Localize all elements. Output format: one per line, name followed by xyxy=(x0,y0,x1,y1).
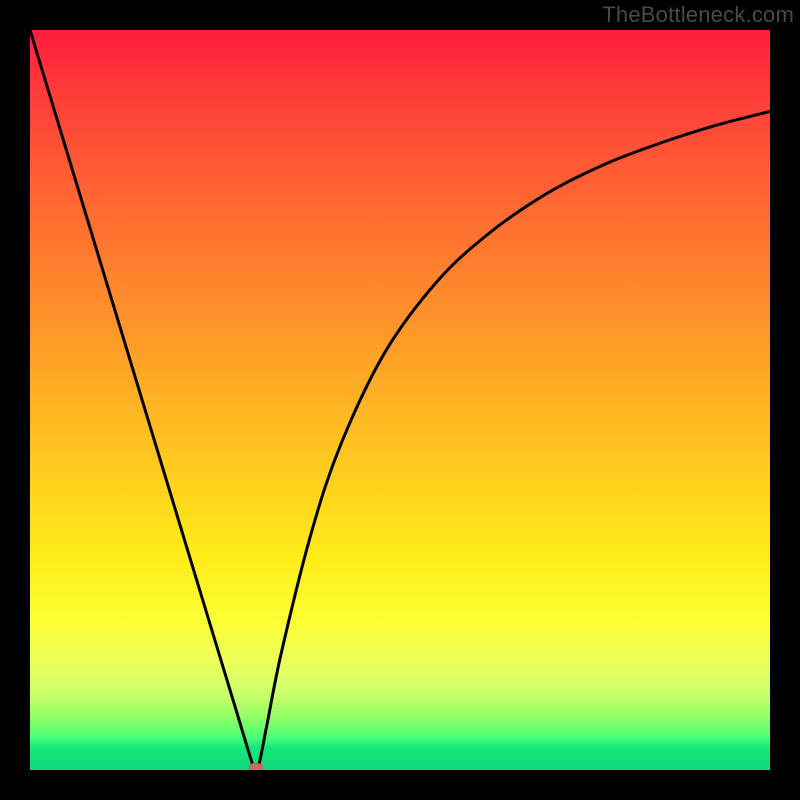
chart-frame: TheBottleneck.com xyxy=(0,0,800,800)
watermark-label: TheBottleneck.com xyxy=(602,2,794,28)
min-marker xyxy=(249,763,263,770)
plot-area xyxy=(30,30,770,770)
bottleneck-curve xyxy=(30,30,770,770)
curve-layer xyxy=(30,30,770,770)
